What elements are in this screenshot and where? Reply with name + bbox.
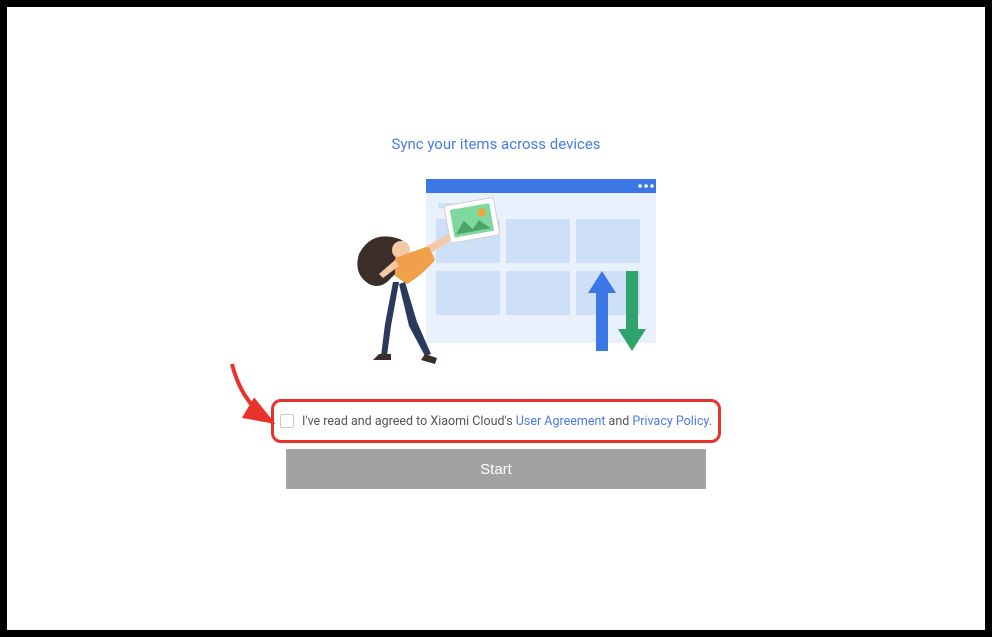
agreement-row: I've read and agreed to Xiaomi Cloud's U… <box>271 399 721 443</box>
privacy-policy-link[interactable]: Privacy Policy <box>632 414 708 429</box>
agreement-middle: and <box>605 414 632 429</box>
app-window: Sync your items across devices <box>5 5 987 632</box>
agreement-suffix: . <box>709 414 712 429</box>
agreement-text: I've read and agreed to Xiaomi Cloud's U… <box>302 414 712 429</box>
agreement-prefix: I've read and agreed to Xiaomi Cloud's <box>302 414 516 429</box>
illustration-svg <box>316 171 676 391</box>
start-button[interactable]: Start <box>286 449 706 489</box>
page-title: Sync your items across devices <box>391 135 600 153</box>
sync-illustration <box>316 171 676 391</box>
agreement-checkbox[interactable] <box>280 414 294 428</box>
user-agreement-link[interactable]: User Agreement <box>516 414 606 429</box>
